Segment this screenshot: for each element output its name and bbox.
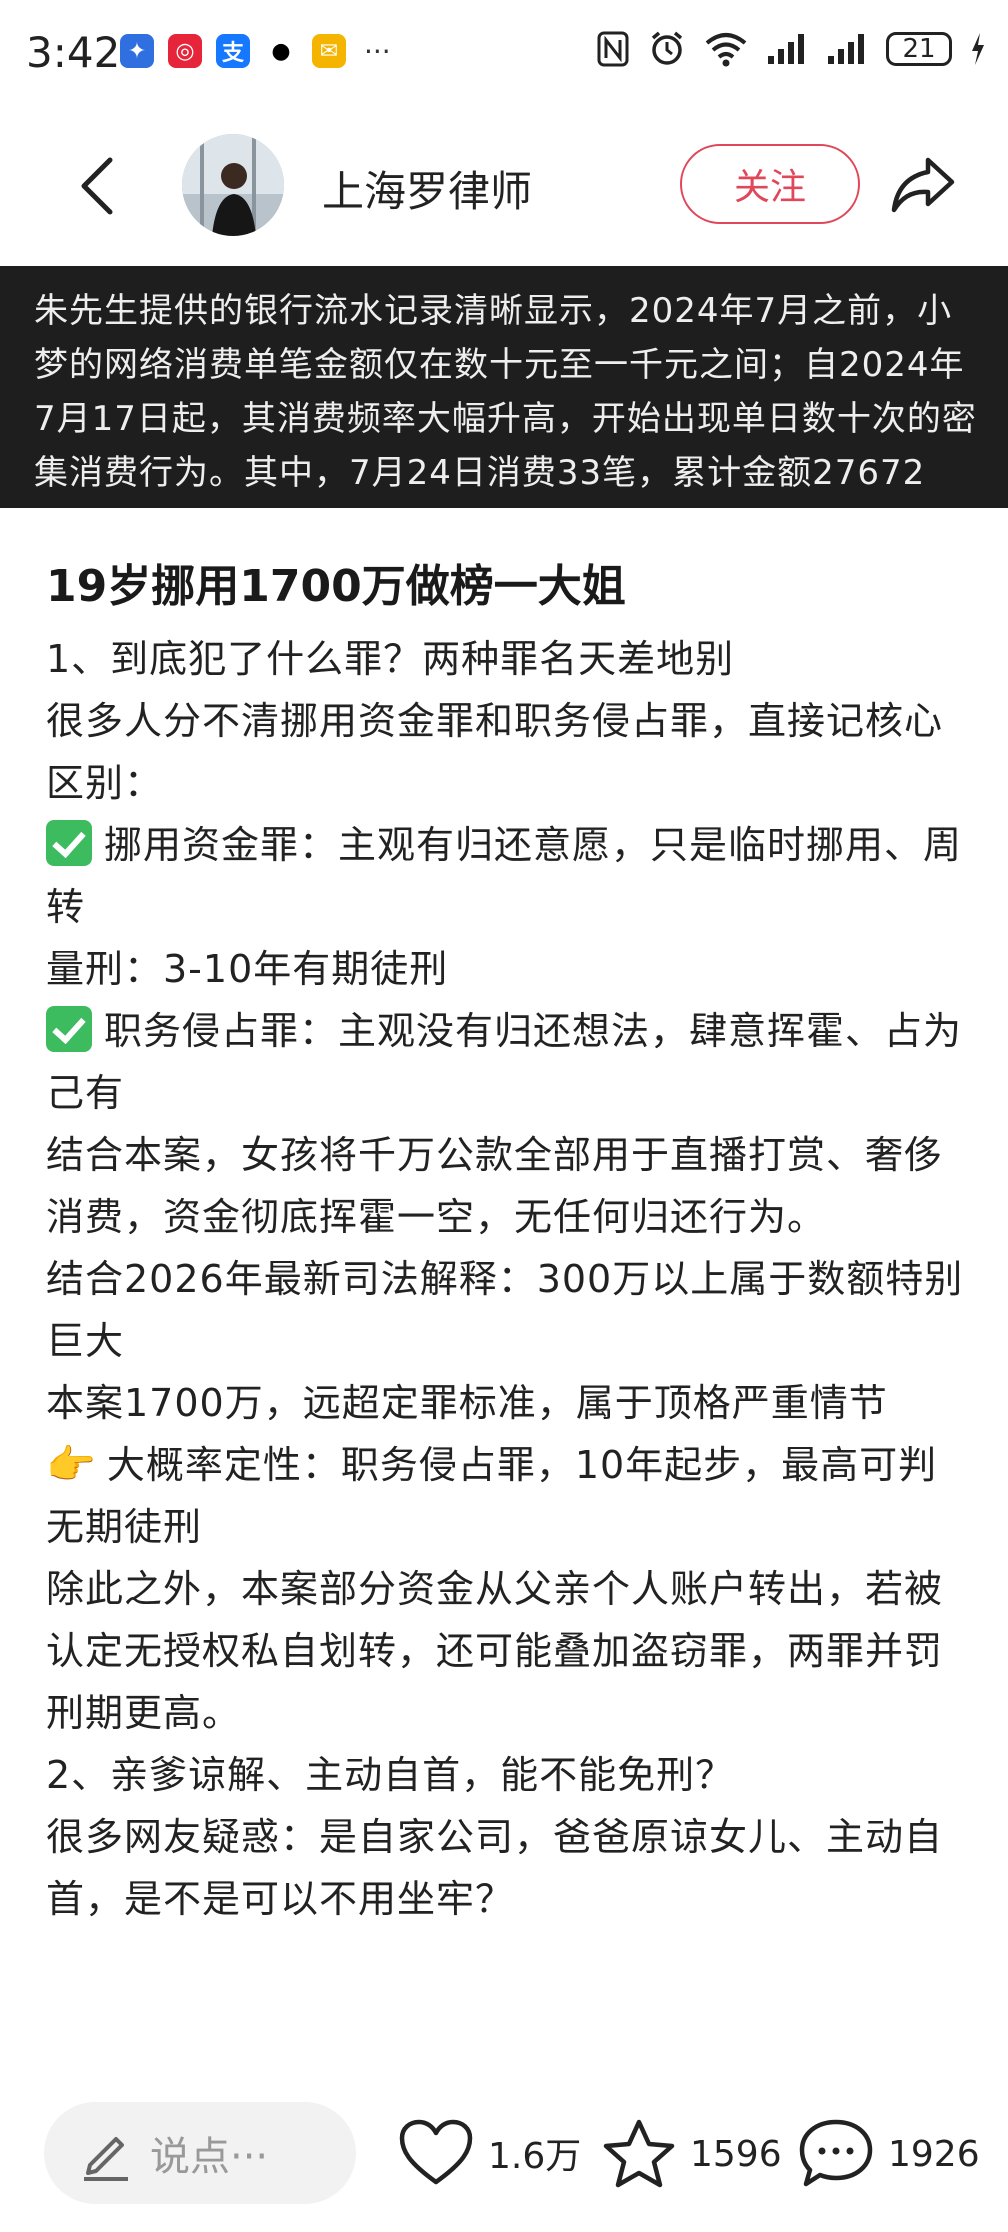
share-icon [891,157,955,213]
paragraph-text: 大概率定性：职务侵占罪，10年起步，最高可判无期徒刑 [46,1443,938,1549]
avatar[interactable] [182,134,284,236]
avatar-image [182,134,284,236]
nfc-icon [597,31,629,67]
article-body: 19岁挪用1700万做榜一大姐 1、到底犯了什么罪？两种罪名天差地别 很多人分不… [46,556,976,1930]
heart-icon [399,2119,473,2185]
qq-icon: ● [264,34,298,68]
paragraph: 结合本案，女孩将千万公款全部用于直播打赏、奢侈消费，资金彻底挥霍一空，无任何归还… [46,1133,944,1239]
share-button[interactable] [888,152,958,218]
favorite-button[interactable]: 1596 [602,2118,782,2190]
paragraph-text: 职务侵占罪：主观没有归还想法，肆意挥霍、占为己有 [46,1009,963,1115]
caption-text: 朱先生提供的银行流水记录清晰显示，2024年7月之前，小梦的网络消费单笔金额仅在… [34,291,977,508]
like-button[interactable]: 1.6万 [398,2118,581,2188]
mail-icon: ✉ [312,34,346,68]
star-icon [603,2119,675,2188]
alarm-icon [651,31,683,65]
signal-icon [828,34,864,64]
paragraph: 很多人分不清挪用资金罪和职务侵占罪，直接记核心区别： [46,699,944,805]
post-header: 上海罗律师 关注 [0,110,1008,260]
status-time: 3:42 [26,28,121,77]
alipay-icon: 支 [216,34,250,68]
paragraph: 很多网友疑惑：是自家公司，爸爸原谅女儿、主动自首，是不是可以不用坐牢？ [46,1815,944,1921]
paragraph: 1、到底犯了什么罪？两种罪名天差地别 [46,637,735,681]
paragraph: 2、亲爹谅解、主动自首，能不能免刑？ [46,1753,735,1797]
app-notification-icon: ◎ [168,34,202,68]
paragraph: 除此之外，本案部分资金从父亲个人账户转出，若被认定无授权私自划转，还可能叠加盗窃… [46,1567,944,1735]
pen-icon [84,2137,128,2181]
paragraph: 结合2026年最新司法解释：300万以上属于数额特别巨大 [46,1257,964,1363]
check-icon [46,820,92,866]
image-caption: 朱先生提供的银行流水记录清晰显示，2024年7月之前，小梦的网络消费单笔金额仅在… [0,266,1008,508]
app-notification-icon: ✦ [120,34,154,68]
back-button[interactable] [70,150,130,220]
wifi-icon [705,33,747,67]
comment-input[interactable]: 说点··· [44,2102,356,2204]
check-icon [46,1006,92,1052]
comment-placeholder: 说点··· [150,2134,269,2180]
post-title: 19岁挪用1700万做榜一大姐 [46,561,626,612]
favorite-count: 1596 [690,2133,782,2175]
follow-button[interactable]: 关注 [680,144,860,224]
paragraph-text: 挪用资金罪：主观有归还意愿，只是临时挪用、周转 [46,823,963,929]
notification-icons: ✦ ◎ 支 ● ✉ ··· [120,34,391,68]
paragraph: 量刑：3-10年有期徒刑 [46,947,449,991]
paragraph: 👉 大概率定性：职务侵占罪，10年起步，最高可判无期徒刑 [46,1434,976,1558]
pointing-hand-icon: 👉 [46,1442,97,1488]
comment-bubble-icon [799,2119,873,2187]
charging-icon [972,33,984,65]
paragraph: 职务侵占罪：主观没有归还想法，肆意挥霍、占为己有 [46,1000,976,1124]
author-name[interactable]: 上海罗律师 [322,158,532,219]
comment-button[interactable]: 1926 [798,2118,980,2190]
paragraph: 挪用资金罪：主观有归还意愿，只是临时挪用、周转 [46,814,976,938]
battery-icon: 21 [886,32,952,66]
like-count: 1.6万 [488,2136,582,2177]
back-arrow-icon [81,157,113,215]
bottom-action-bar: 说点··· 1.6万 1596 1926 [0,2092,1008,2232]
signal-icon [768,34,804,64]
more-notifications: ··· [364,34,391,68]
system-icons: 21 [596,30,986,68]
status-bar: 3:42 ✦ ◎ 支 ● ✉ ··· 21 [0,0,1008,110]
paragraph: 本案1700万，远超定罪标准，属于顶格严重情节 [46,1381,888,1425]
comment-count: 1926 [888,2133,980,2175]
